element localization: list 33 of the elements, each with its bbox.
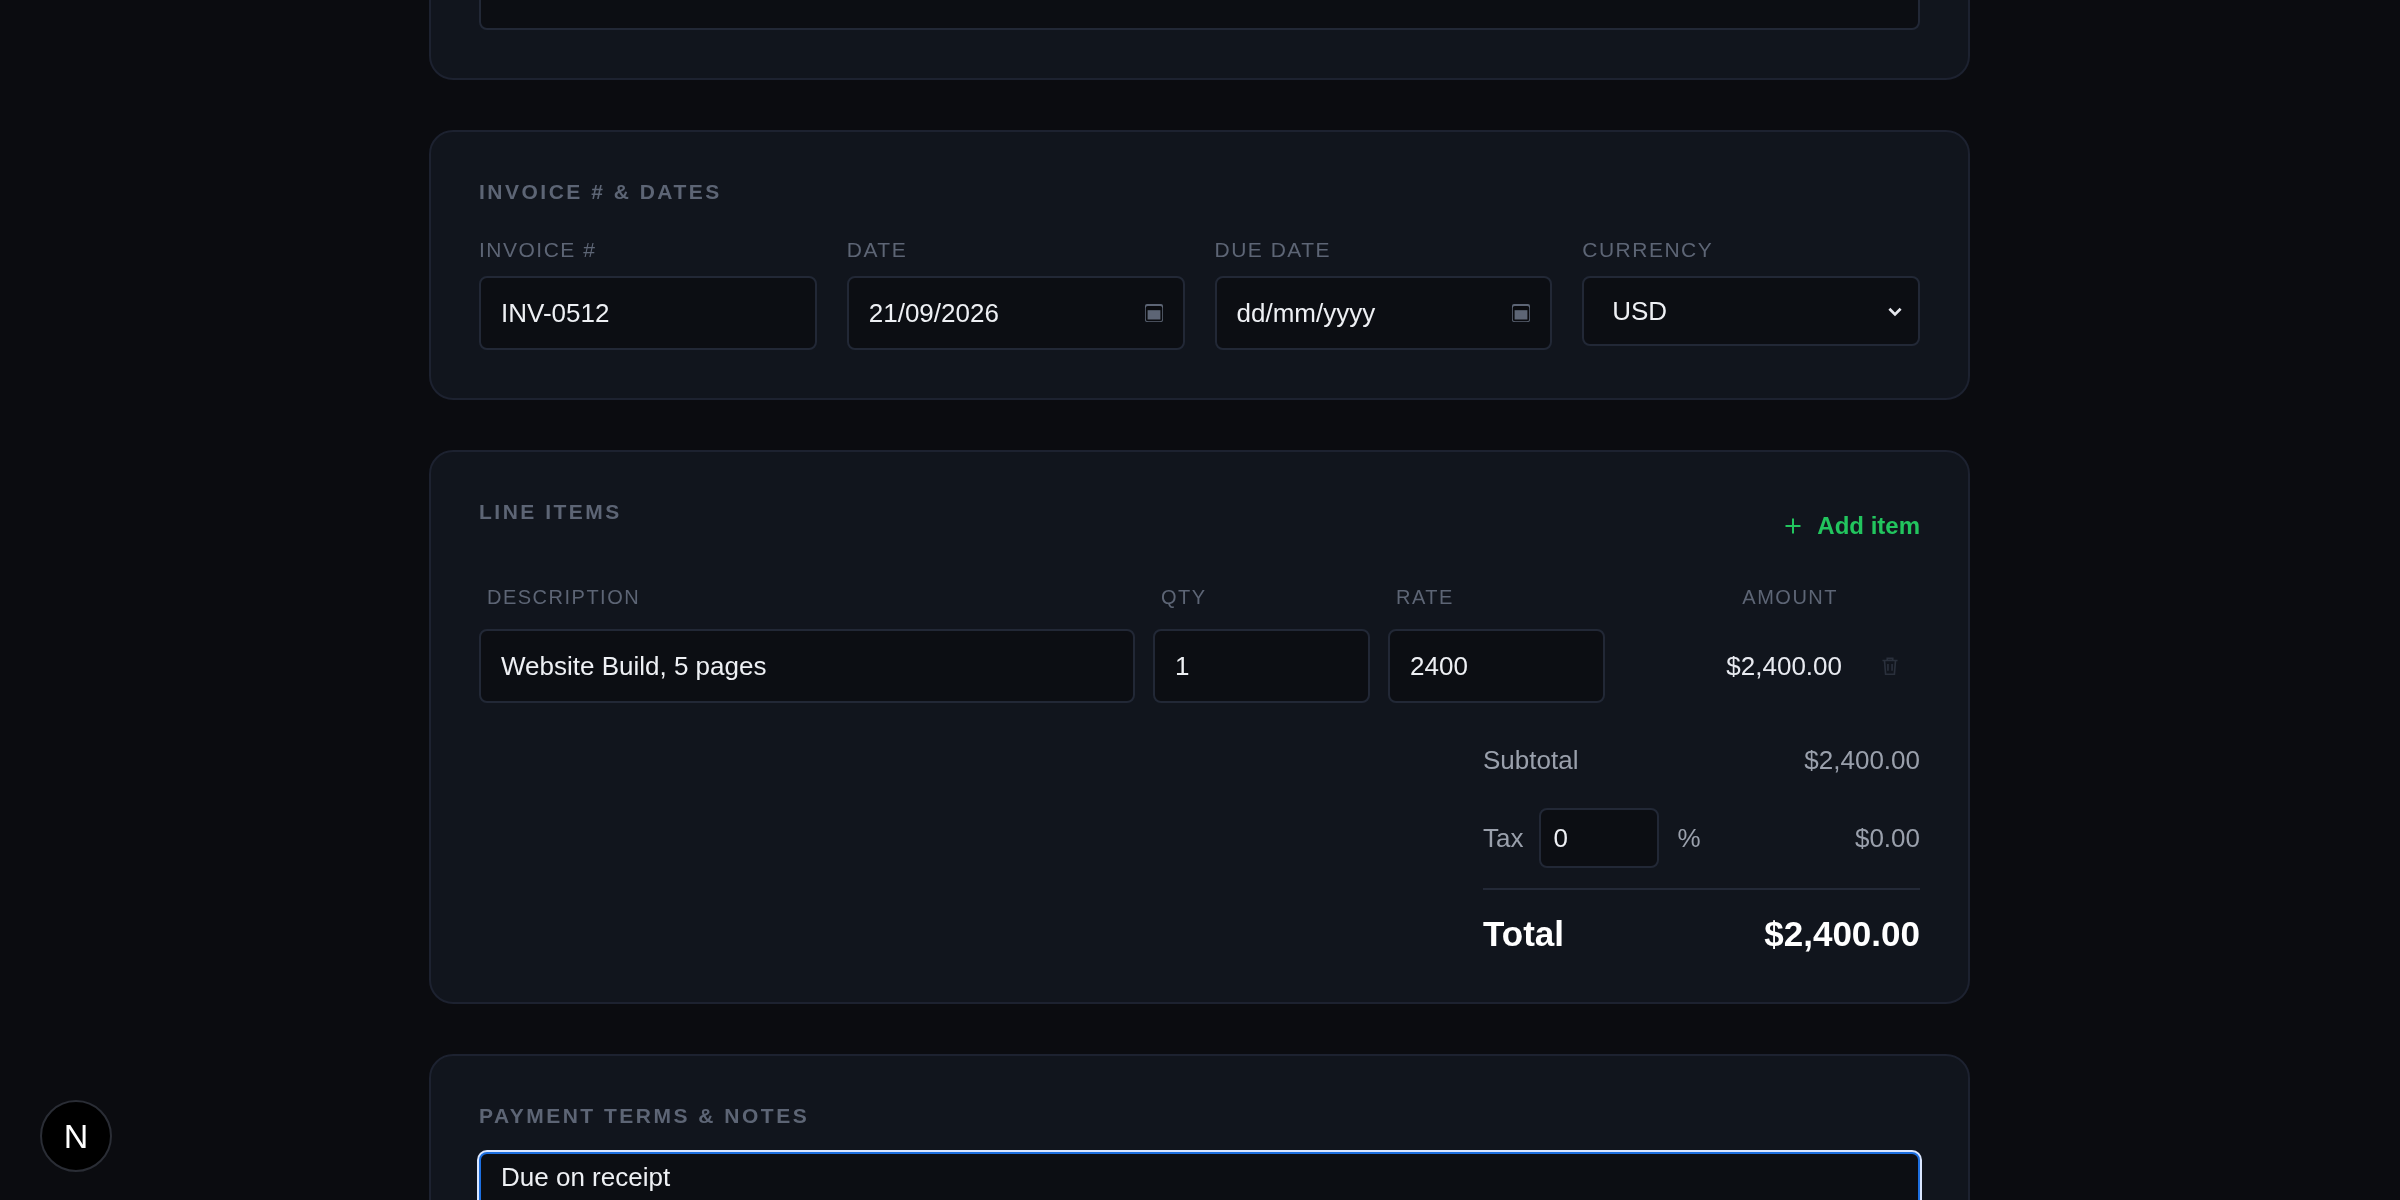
add-item-button[interactable]: Add item [1783, 512, 1920, 540]
date-field[interactable]: dd/mm/yyyy [1214, 276, 1553, 350]
description-field[interactable]: Website Build, 5 pages [479, 629, 1135, 703]
field-label: CURRENCY [1582, 238, 1715, 262]
payment-terms-field[interactable]: Due on receipt [479, 1152, 1920, 1200]
subtotal-value: $2,400.00 [1804, 745, 1920, 776]
date-field[interactable]: 21/09/2026 [846, 276, 1185, 350]
total-value: $2,400.00 [1764, 914, 1920, 954]
currency-select[interactable]: USD [1582, 276, 1920, 346]
field-label: INVOICE # [479, 238, 598, 262]
calendar-icon[interactable] [1512, 304, 1531, 322]
calendar-icon[interactable] [1144, 304, 1163, 322]
section-title: INVOICE # & DATES [479, 180, 723, 204]
total-label: Total [1483, 914, 1564, 954]
field-label: DUE DATE [1214, 238, 1333, 262]
amount-text: $2,400.00 [1725, 650, 1842, 682]
column-header: QTY [1160, 586, 1208, 609]
column-header: RATE [1395, 586, 1455, 609]
tax-rate-field[interactable]: 0 [1539, 808, 1660, 868]
plus-icon [1783, 516, 1804, 536]
invoice-number-field[interactable]: INV-0512 [479, 276, 817, 350]
column-header: AMOUNT [1741, 586, 1839, 609]
rate-field[interactable]: 2400 [1388, 629, 1605, 703]
logo-badge[interactable]: N [40, 1100, 112, 1172]
tax-value: $0.00 [1854, 822, 1920, 854]
section-title: LINE ITEMS [479, 500, 622, 524]
percent-sign: % [1677, 822, 1701, 854]
quantity-field[interactable]: 1 [1153, 629, 1370, 703]
column-header: DESCRIPTION [486, 586, 642, 609]
subtotal-label: Subtotal [1483, 745, 1579, 776]
section-title: PAYMENT TERMS & NOTES [479, 1104, 811, 1128]
field-label: DATE [846, 238, 909, 262]
tax-label: Tax [1483, 822, 1524, 854]
